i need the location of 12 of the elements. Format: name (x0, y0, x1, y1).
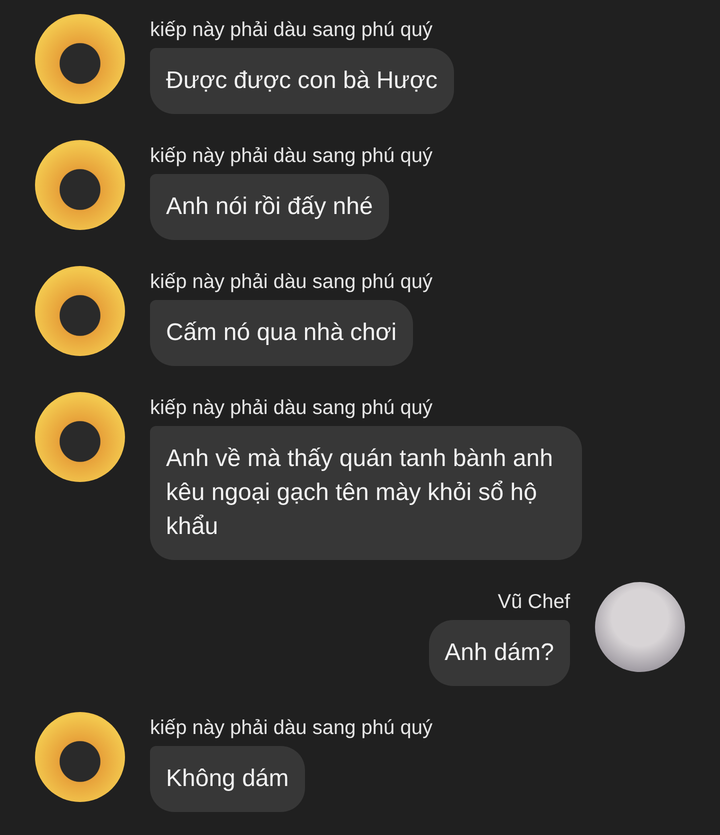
sender-name: kiếp này phải dàu sang phú quý (150, 144, 432, 168)
sender-name: kiếp này phải dàu sang phú quý (150, 270, 432, 294)
sender-name: Vũ Chef (498, 590, 570, 614)
message-bubble: Anh về mà thấy quán tanh bành anh kêu ngoại gạch tên mày khỏi sổ hộ khẩu (150, 426, 582, 560)
message-bubble: Cấm nó qua nhà chơi (150, 300, 413, 366)
message-bubble: Anh nói rồi đấy nhé (150, 174, 389, 240)
sender-name: kiếp này phải dàu sang phú quý (150, 716, 432, 740)
message-bubble: Anh dám? (428, 620, 570, 686)
message-bubble: Được được con bà Hược (150, 48, 454, 114)
message-bubble: Không dám (150, 746, 305, 812)
sender-name: kiếp này phải dàu sang phú quý (150, 396, 432, 420)
sender-name: kiếp này phải dàu sang phú quý (150, 18, 432, 42)
